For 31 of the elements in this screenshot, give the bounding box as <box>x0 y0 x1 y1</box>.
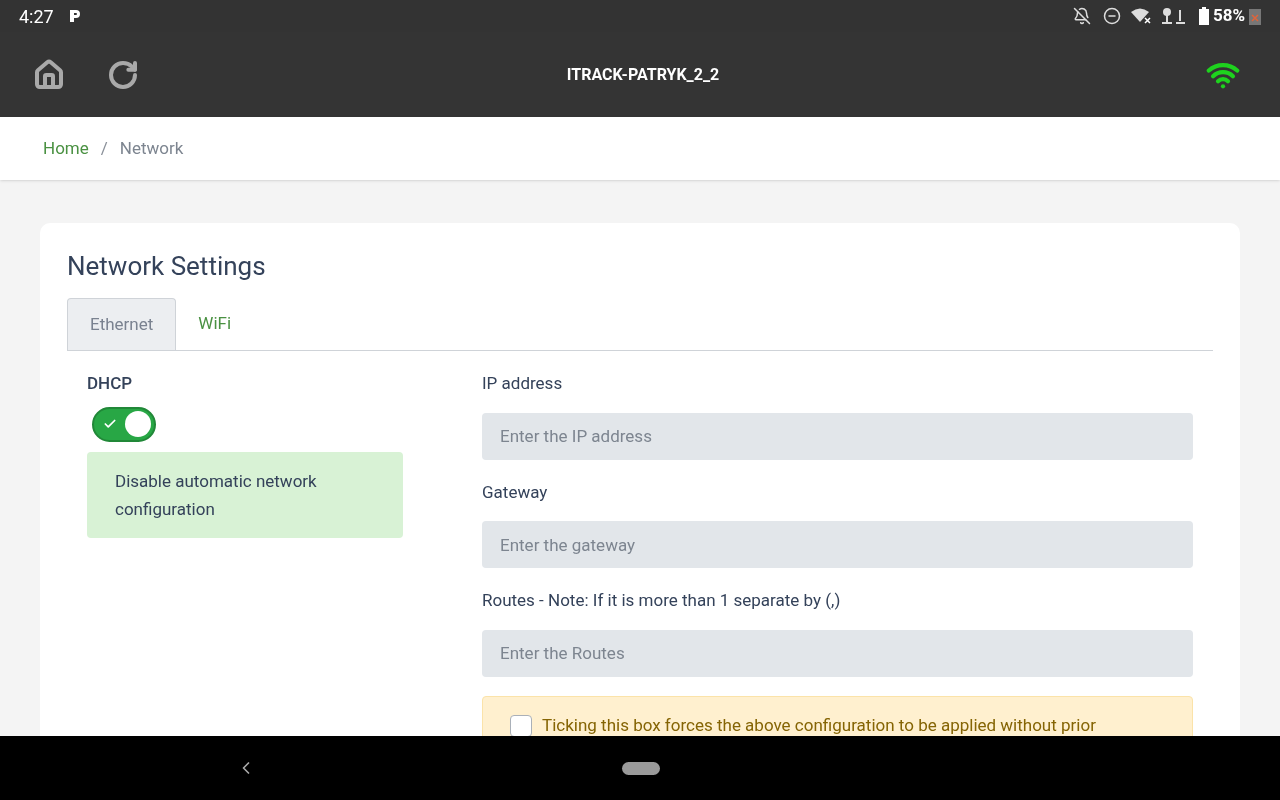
breadcrumb-link[interactable]: Home <box>43 135 89 162</box>
dhcp-toggle[interactable] <box>92 406 156 442</box>
wifi-x-icon <box>1130 8 1153 24</box>
battery-alert-icon <box>1249 7 1261 25</box>
home-icon <box>33 58 65 91</box>
field-label: IP address <box>482 372 564 395</box>
field-label: Routes - Note: If it is more than 1 separate by (,) <box>482 589 842 612</box>
input-field[interactable]: Enter the Routes <box>482 629 1193 677</box>
tab[interactable]: WiFi <box>176 298 254 350</box>
breadcrumb-separator: / <box>100 136 108 160</box>
card-title: Network Settings <box>67 250 267 283</box>
dhcp-label: DHCP <box>87 372 134 395</box>
home-button[interactable] <box>32 57 66 92</box>
clock: 4:27 <box>19 4 54 29</box>
check-icon <box>103 417 117 431</box>
refresh-icon <box>107 58 139 91</box>
dhcp-note: Disable automatic network configuration <box>87 451 403 538</box>
app-notification-icon <box>67 8 82 24</box>
input-field[interactable]: Enter the gateway <box>482 521 1193 568</box>
breadcrumb-current: Network <box>119 136 184 160</box>
bell-off-icon <box>1072 7 1091 25</box>
home-pill-button[interactable] <box>622 762 660 775</box>
force-checkbox[interactable] <box>510 714 532 736</box>
input-field[interactable]: Enter the IP address <box>482 412 1193 460</box>
do-not-disturb-icon <box>1102 7 1121 25</box>
device-title: ITRACK-PATRYK_2_2 <box>566 63 720 86</box>
battery-percent: 58% <box>1212 4 1245 28</box>
battery-icon <box>1198 7 1209 25</box>
field-label: Gateway <box>482 480 549 504</box>
force-text: Ticking this box forces the above configuration to be applied without prior <box>542 713 1096 736</box>
tab[interactable]: Ethernet <box>67 298 177 350</box>
